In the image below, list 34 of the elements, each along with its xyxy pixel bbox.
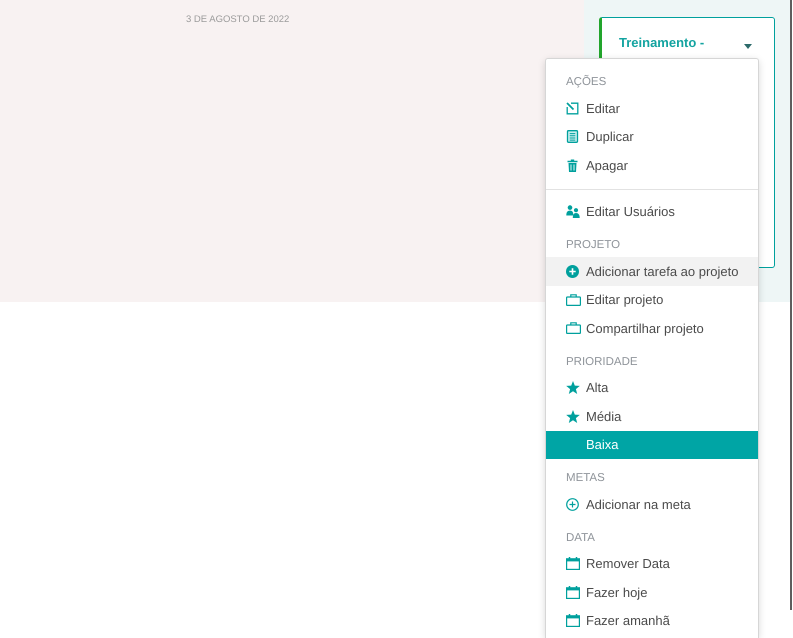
users-icon xyxy=(566,205,580,218)
star-icon xyxy=(566,381,580,394)
menu-item[interactable]: Fazer amanhã xyxy=(546,606,758,635)
menu-item[interactable]: Remover Data xyxy=(546,550,758,578)
menu-item[interactable]: Média xyxy=(546,402,758,430)
menu-item[interactable]: Compartilhar projeto xyxy=(546,314,758,342)
menu-section-header: AÇÕES xyxy=(565,74,608,90)
document-icon xyxy=(566,130,579,144)
menu-section-header: METAS xyxy=(565,471,606,486)
briefcase-icon xyxy=(566,322,581,334)
menu-section-header: PRIORIDADE xyxy=(565,354,639,370)
calendar-icon xyxy=(566,557,580,570)
star-icon xyxy=(566,410,580,423)
plus-circle-outline-icon xyxy=(566,498,579,511)
trash-icon xyxy=(566,158,579,172)
calendar-icon xyxy=(566,614,580,628)
menu-section-header: PROJETO xyxy=(565,238,622,253)
menu-item[interactable]: Editar projeto xyxy=(546,286,758,314)
plus-circle-icon xyxy=(566,264,579,278)
caret-icon[interactable] xyxy=(744,44,752,49)
menu-item[interactable]: Apagar xyxy=(546,151,758,180)
pencil-square-icon xyxy=(566,102,579,115)
calendar-icon xyxy=(566,586,580,599)
menu-item[interactable]: Editar xyxy=(546,94,758,122)
menu-item[interactable]: Alta xyxy=(546,374,758,402)
menu-item[interactable]: Adicionar na meta xyxy=(546,490,758,518)
menu-section-header: DATA xyxy=(565,530,596,546)
date-label: 3 DE AGOSTO DE 2022 xyxy=(186,14,290,25)
menu-item[interactable]: Adicionar tarefa ao projeto xyxy=(546,257,758,286)
menu-item[interactable]: Duplicar xyxy=(546,122,758,151)
briefcase-icon xyxy=(566,294,581,306)
menu-item[interactable]: Editar Usuários xyxy=(546,198,758,226)
menu-item[interactable]: Fazer hoje xyxy=(546,578,758,606)
card-title: Treinamento - xyxy=(619,35,704,51)
